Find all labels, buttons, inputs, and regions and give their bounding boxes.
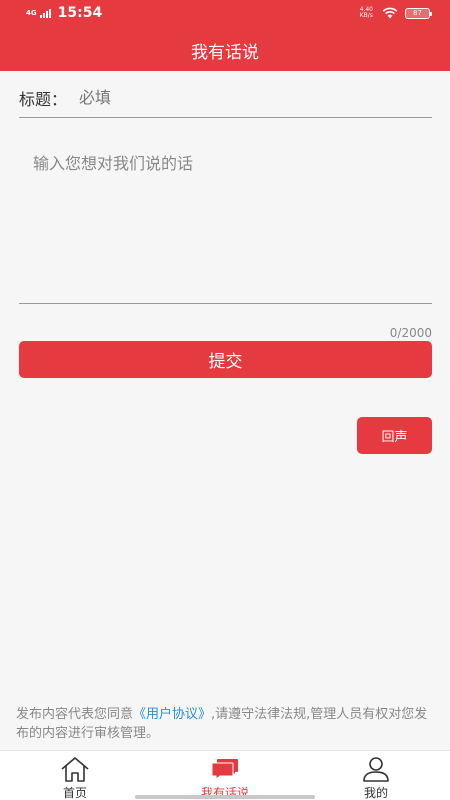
content-textarea[interactable]: 输入您想对我们说的话: [19, 140, 432, 304]
status-time: 15:54: [57, 5, 103, 21]
content-placeholder: 输入您想对我们说的话: [33, 154, 194, 173]
tab-my-say[interactable]: 我有话说: [165, 751, 285, 800]
battery-level: 87: [413, 9, 422, 17]
echo-button[interactable]: 回声: [357, 417, 432, 454]
title-field-row: 标题：: [19, 84, 432, 118]
title-label: 标题：: [19, 89, 68, 109]
speed-unit: KB/s: [359, 12, 373, 19]
home-indicator[interactable]: [135, 795, 315, 799]
user-icon: [363, 757, 389, 782]
home-icon: [61, 757, 89, 782]
network-type: 4G: [26, 9, 37, 17]
signal-icon: [39, 8, 52, 18]
status-right: 4.40 KB/s 87: [360, 7, 432, 19]
status-bar: 4G 15:54 4.40 KB/s 87: [0, 0, 450, 28]
user-agreement-notice: 发布内容代表您同意《用户协议》,请遵守法律法规,管理人员有权对您发布的内容进行审…: [16, 705, 436, 743]
chat-icon: [211, 759, 238, 780]
battery-icon: 87: [405, 7, 432, 19]
network-speed: 4.40 KB/s: [360, 7, 373, 19]
submit-button[interactable]: 提交: [19, 341, 432, 378]
wifi-icon: [382, 7, 398, 19]
tab-mine[interactable]: 我的: [316, 751, 436, 800]
char-counter: 0/2000: [389, 326, 432, 340]
tab-mine-label: 我的: [363, 786, 388, 800]
notice-text-before: 发布内容代表您同意: [16, 707, 134, 722]
title-input[interactable]: [79, 88, 380, 107]
app-header: 4G 15:54 4.40 KB/s 87 我有话说: [0, 0, 450, 71]
page-title: 我有话说: [191, 43, 259, 63]
bottom-tab-bar: 首页 我有话说 我的: [0, 750, 450, 800]
tab-home[interactable]: 首页: [15, 751, 135, 800]
tab-home-label: 首页: [62, 786, 87, 800]
status-left: 4G 15:54: [26, 5, 102, 21]
user-agreement-link[interactable]: 《用户协议》: [133, 707, 211, 722]
